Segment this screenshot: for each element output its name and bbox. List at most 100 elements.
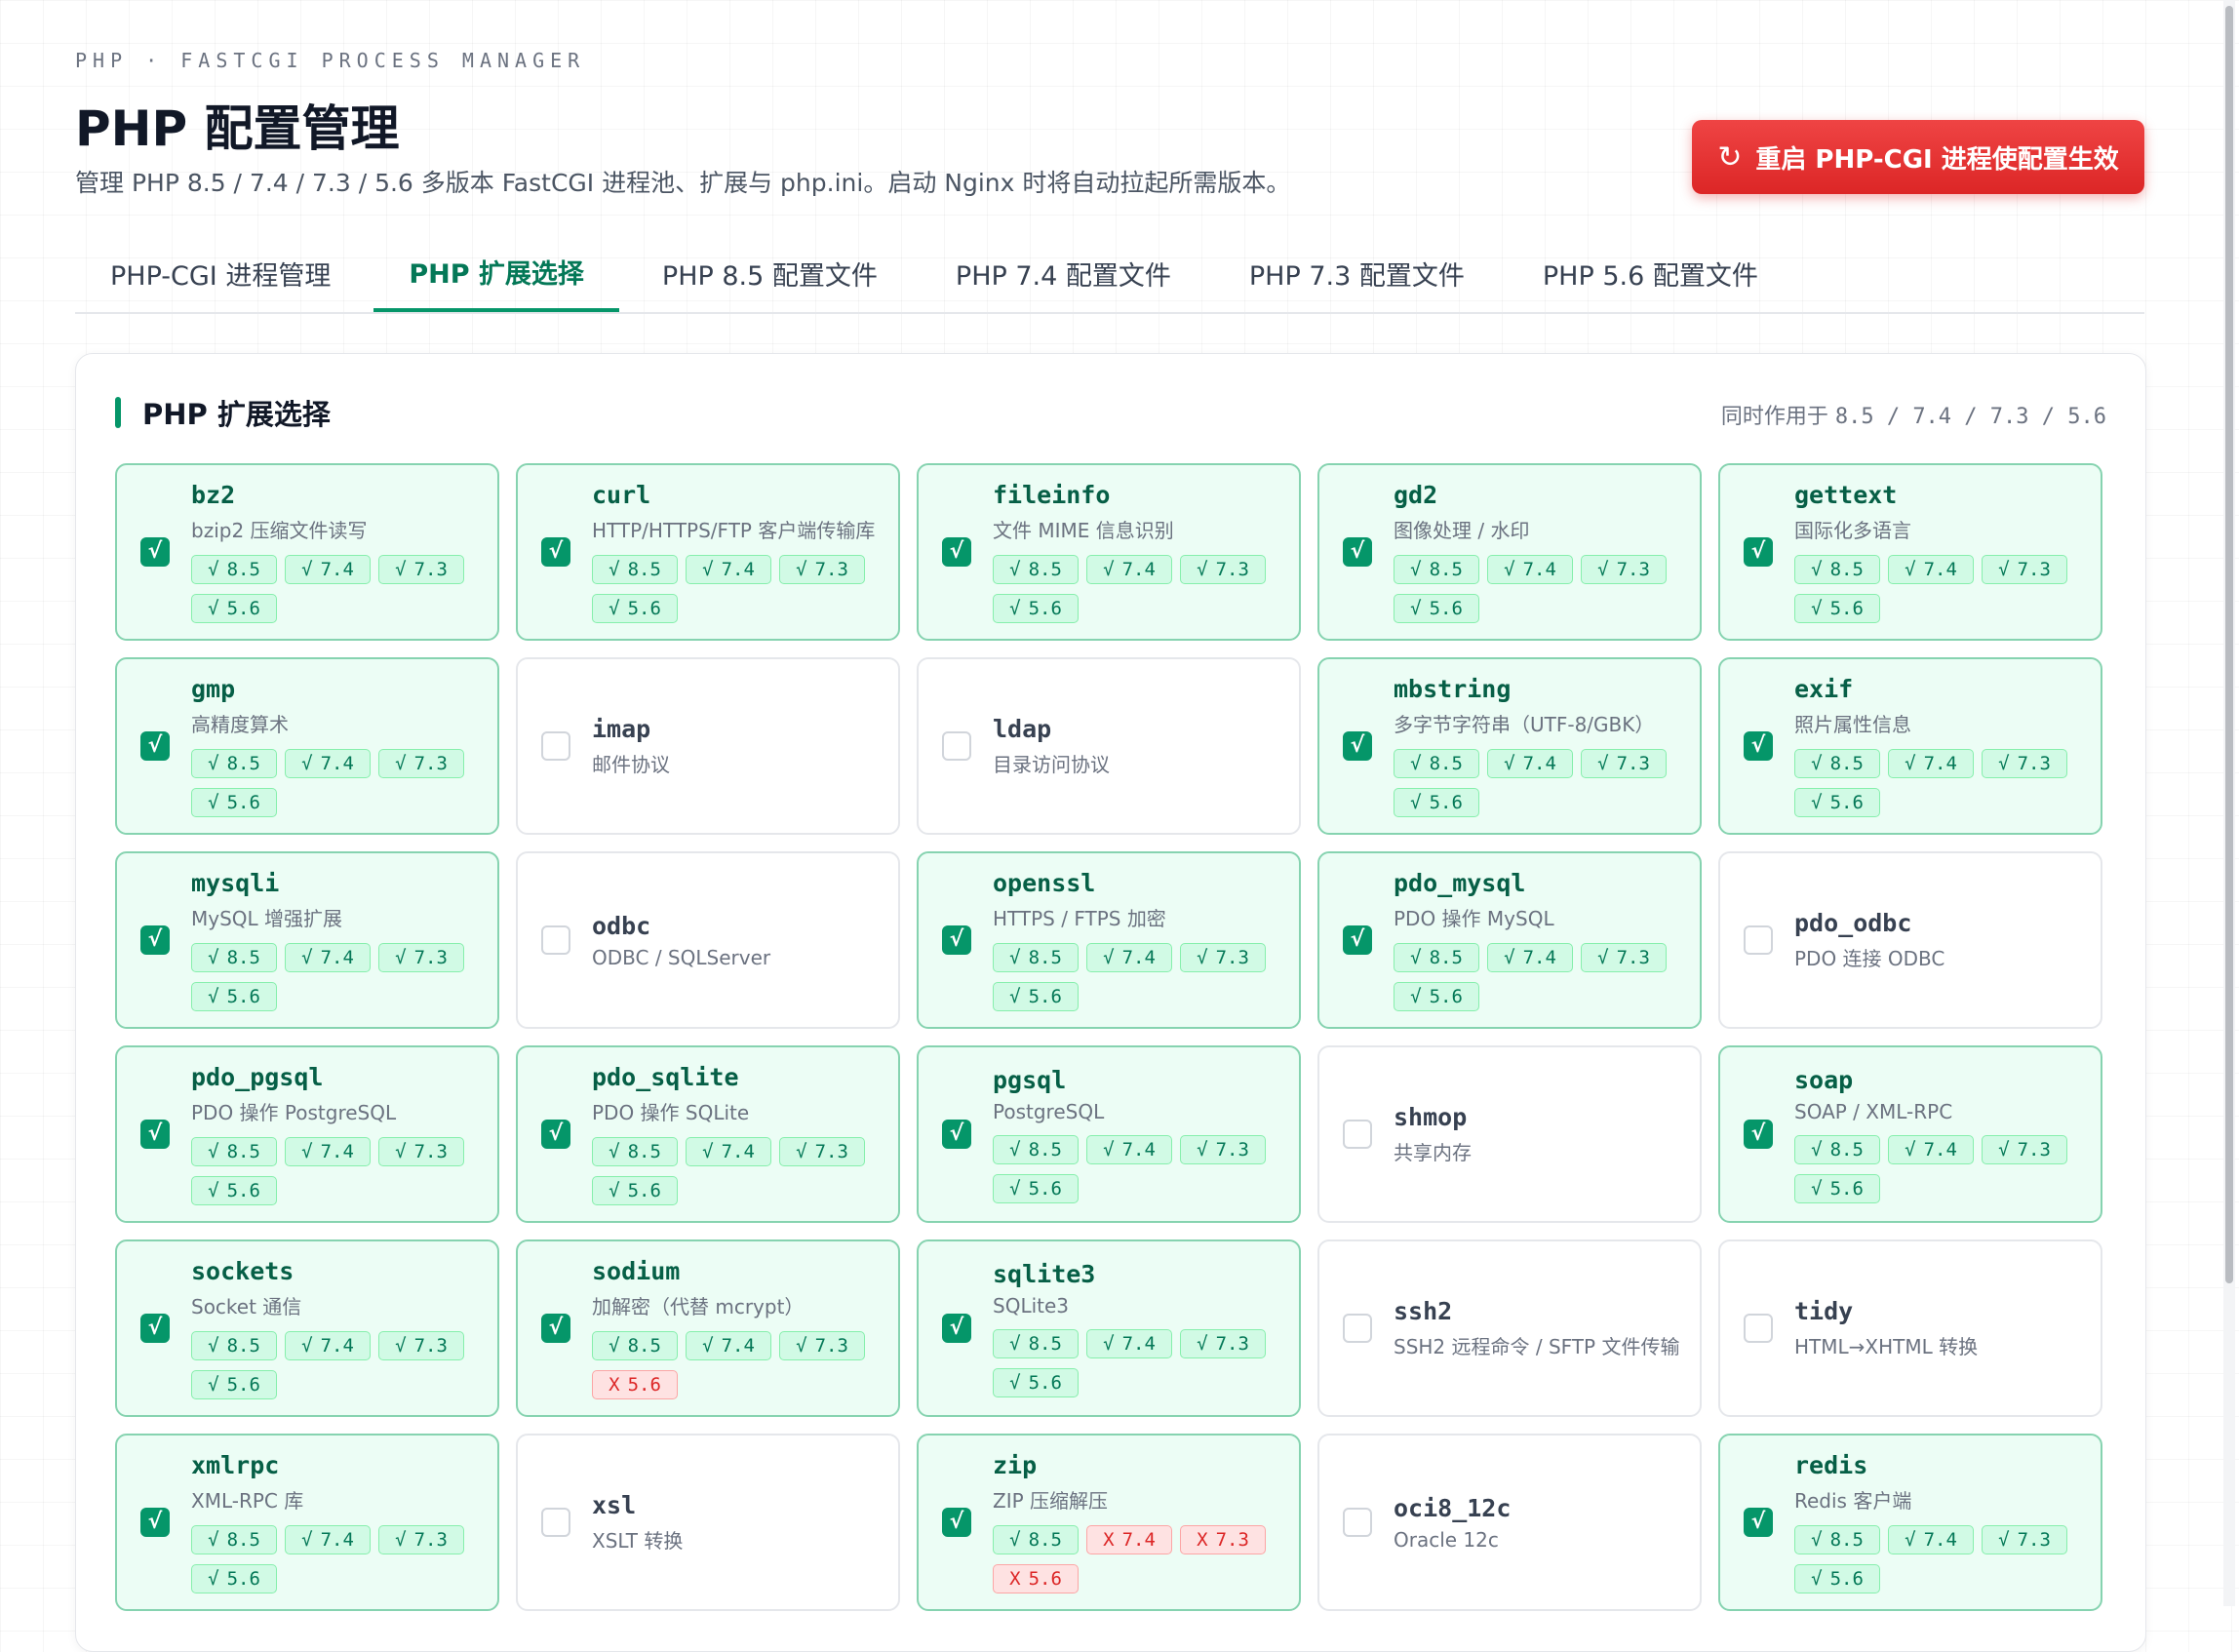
extension-card-shmop[interactable]: shmop 共享内存	[1317, 1045, 1702, 1223]
extension-checkbox[interactable]: √	[1744, 1120, 1773, 1149]
extension-card-mbstring[interactable]: √ mbstring 多字节字符串（UTF-8/GBK） √ 8.5 √ 7.4 √ 7.3 √ 5…	[1317, 657, 1702, 835]
tab-5[interactable]: PHP 5.6 配置文件	[1508, 234, 1793, 312]
extension-checkbox[interactable]: √	[140, 537, 170, 567]
extension-checkbox[interactable]: √	[942, 537, 971, 567]
version-label: 7.3	[1616, 559, 1650, 580]
version-badges: √ 8.5 √ 7.4 √ 7.3 √ 5.6	[592, 1137, 884, 1205]
check-icon: √	[1350, 733, 1365, 758]
extension-card-gettext[interactable]: √ gettext 国际化多语言 √ 8.5 √ 7.4 √ 7.3 √ 5.6	[1718, 463, 2102, 641]
version-label: 7.3	[1616, 753, 1650, 774]
scrollbar[interactable]	[2223, 0, 2235, 1606]
extension-checkbox[interactable]	[1343, 1120, 1372, 1149]
tab-1[interactable]: PHP 扩展选择	[373, 234, 619, 312]
check-mark-icon: √	[395, 1335, 407, 1357]
extension-checkbox[interactable]: √	[140, 1508, 170, 1537]
extension-card-imap[interactable]: imap 邮件协议	[516, 657, 900, 835]
extension-checkbox[interactable]	[541, 925, 570, 955]
scrollbar-thumb[interactable]	[2225, 6, 2233, 1283]
extension-info: ldap 目录访问协议	[993, 715, 1299, 777]
check-mark-icon: √	[1597, 559, 1609, 580]
check-mark-icon: √	[208, 753, 219, 774]
extension-card-xmlrpc[interactable]: √ xmlrpc XML-RPC 库 √ 8.5 √ 7.4 √ 7.3 √ 5.6	[115, 1434, 499, 1611]
extension-card-pdo_pgsql[interactable]: √ pdo_pgsql PDO 操作 PostgreSQL √ 8.5 √ 7.4 √ 7.3 √…	[115, 1045, 499, 1223]
extension-card-oci8_12c[interactable]: oci8_12c Oracle 12c	[1317, 1434, 1702, 1611]
extension-checkbox[interactable]: √	[942, 1120, 971, 1149]
tab-4[interactable]: PHP 7.3 配置文件	[1214, 234, 1500, 312]
extension-card-mysqli[interactable]: √ mysqli MySQL 增强扩展 √ 8.5 √ 7.4 √ 7.3 √ 5.6	[115, 851, 499, 1029]
extension-checkbox[interactable]	[942, 731, 971, 761]
version-badges: √ 8.5 √ 7.4 √ 7.3 √ 5.6	[592, 555, 884, 623]
version-badge: √ 5.6	[993, 1173, 1079, 1203]
extension-card-exif[interactable]: √ exif 照片属性信息 √ 8.5 √ 7.4 √ 7.3 √ 5.6	[1718, 657, 2102, 835]
extension-card-pdo_mysql[interactable]: √ pdo_mysql PDO 操作 MySQL √ 8.5 √ 7.4 √ 7.3 √ 5.6	[1317, 851, 1702, 1029]
check-mark-icon: √	[1504, 947, 1515, 968]
extension-card-curl[interactable]: √ curl HTTP/HTTPS/FTP 客户端传输库 √ 8.5 √ 7.4 √ 7.3 √ 5…	[516, 463, 900, 641]
extension-card-ldap[interactable]: ldap 目录访问协议	[917, 657, 1301, 835]
extension-checkbox[interactable]: √	[541, 1314, 570, 1343]
extension-info: mysqli MySQL 增强扩展 √ 8.5 √ 7.4 √ 7.3 √ 5.6	[191, 869, 497, 1011]
check-icon: √	[949, 539, 964, 564]
extension-info: sodium 加解密（代替 mcrypt） √ 8.5 √ 7.4 √ 7.3 X 5.6	[592, 1257, 898, 1399]
extension-card-sqlite3[interactable]: √ sqlite3 SQLite3 √ 8.5 √ 7.4 √ 7.3 √ 5.6	[917, 1239, 1301, 1417]
extension-card-xsl[interactable]: xsl XSLT 转换	[516, 1434, 900, 1611]
extension-checkbox[interactable]: √	[140, 731, 170, 761]
version-badge: √ 5.6	[1394, 982, 1479, 1011]
check-mark-icon: √	[208, 1180, 219, 1201]
extension-checkbox[interactable]: √	[140, 925, 170, 955]
extension-checkbox[interactable]	[541, 731, 570, 761]
extension-card-tidy[interactable]: tidy HTML→XHTML 转换	[1718, 1239, 2102, 1417]
extension-card-sodium[interactable]: √ sodium 加解密（代替 mcrypt） √ 8.5 √ 7.4 √ 7.3 X 5.6	[516, 1239, 900, 1417]
extension-card-gd2[interactable]: √ gd2 图像处理 / 水印 √ 8.5 √ 7.4 √ 7.3 √ 5.6	[1317, 463, 1702, 641]
extension-checkbox[interactable]: √	[541, 1120, 570, 1149]
extension-card-fileinfo[interactable]: √ fileinfo 文件 MIME 信息识别 √ 8.5 √ 7.4 √ 7.3 √ 5.6	[917, 463, 1301, 641]
extension-card-zip[interactable]: √ zip ZIP 压缩解压 √ 8.5 X 7.4 X 7.3 X 5.6	[917, 1434, 1301, 1611]
version-label: 7.4	[1522, 947, 1556, 968]
extension-checkbox[interactable]: √	[1343, 731, 1372, 761]
tab-3[interactable]: PHP 7.4 配置文件	[921, 234, 1206, 312]
extension-checkbox[interactable]: √	[942, 1314, 971, 1343]
extension-card-openssl[interactable]: √ openssl HTTPS / FTPS 加密 √ 8.5 √ 7.4 √ 7.3 √ 5.6	[917, 851, 1301, 1029]
extension-checkbox[interactable]: √	[541, 537, 570, 567]
tab-2[interactable]: PHP 8.5 配置文件	[627, 234, 913, 312]
extension-card-soap[interactable]: √ soap SOAP / XML-RPC √ 8.5 √ 7.4 √ 7.3 √ 5.6	[1718, 1045, 2102, 1223]
extension-card-bz2[interactable]: √ bz2 bzip2 压缩文件读写 √ 8.5 √ 7.4 √ 7.3 √ 5.6	[115, 463, 499, 641]
version-badge: √ 7.3	[1982, 749, 2067, 778]
extension-card-pgsql[interactable]: √ pgsql PostgreSQL √ 8.5 √ 7.4 √ 7.3 √ 5.6	[917, 1045, 1301, 1223]
eyebrow: PHP · FASTCGI PROCESS MANAGER	[75, 49, 586, 72]
version-label: 8.5	[226, 753, 260, 774]
extension-checkbox[interactable]	[1343, 1314, 1372, 1343]
extension-checkbox[interactable]	[1343, 1508, 1372, 1537]
extension-card-odbc[interactable]: odbc ODBC / SQLServer	[516, 851, 900, 1029]
extension-card-ssh2[interactable]: ssh2 SSH2 远程命令 / SFTP 文件传输	[1317, 1239, 1702, 1417]
extension-name: gd2	[1394, 481, 1438, 509]
extension-card-sockets[interactable]: √ sockets Socket 通信 √ 8.5 √ 7.4 √ 7.3 √ 5.6	[115, 1239, 499, 1417]
extension-checkbox[interactable]	[541, 1508, 570, 1537]
cross-mark-icon: X	[1197, 1529, 1208, 1551]
version-label: 8.5	[1429, 559, 1463, 580]
extension-checkbox[interactable]: √	[1744, 1508, 1773, 1537]
extension-checkbox[interactable]: √	[942, 1508, 971, 1537]
extension-checkbox[interactable]: √	[1343, 537, 1372, 567]
extension-name: zip	[993, 1451, 1038, 1479]
check-mark-icon: √	[1009, 1138, 1021, 1160]
extension-card-pdo_sqlite[interactable]: √ pdo_sqlite PDO 操作 SQLite √ 8.5 √ 7.4 √ 7.3 √ 5.6	[516, 1045, 900, 1223]
extension-card-redis[interactable]: √ redis Redis 客户端 √ 8.5 √ 7.4 √ 7.3 √ 5.6	[1718, 1434, 2102, 1611]
version-label: 8.5	[1429, 947, 1463, 968]
extension-checkbox[interactable]: √	[140, 1314, 170, 1343]
version-badge: √ 8.5	[1394, 555, 1479, 584]
extension-checkbox[interactable]	[1744, 925, 1773, 955]
check-mark-icon: √	[301, 1141, 313, 1162]
restart-php-cgi-button[interactable]: ↻ 重启 PHP-CGI 进程使配置生效	[1692, 120, 2144, 194]
tab-0[interactable]: PHP-CGI 进程管理	[75, 234, 366, 312]
extension-checkbox[interactable]	[1744, 1314, 1773, 1343]
extension-checkbox[interactable]: √	[1744, 537, 1773, 567]
extension-checkbox[interactable]: √	[942, 925, 971, 955]
extension-card-gmp[interactable]: √ gmp 高精度算术 √ 8.5 √ 7.4 √ 7.3 √ 5.6	[115, 657, 499, 835]
extension-card-pdo_odbc[interactable]: pdo_odbc PDO 连接 ODBC	[1718, 851, 2102, 1029]
version-label: 5.6	[1829, 792, 1864, 813]
extension-checkbox[interactable]: √	[140, 1120, 170, 1149]
extension-checkbox[interactable]: √	[1343, 925, 1372, 955]
extension-checkbox[interactable]: √	[1744, 731, 1773, 761]
check-mark-icon: √	[1998, 753, 2010, 774]
check-mark-icon: √	[1811, 792, 1823, 813]
